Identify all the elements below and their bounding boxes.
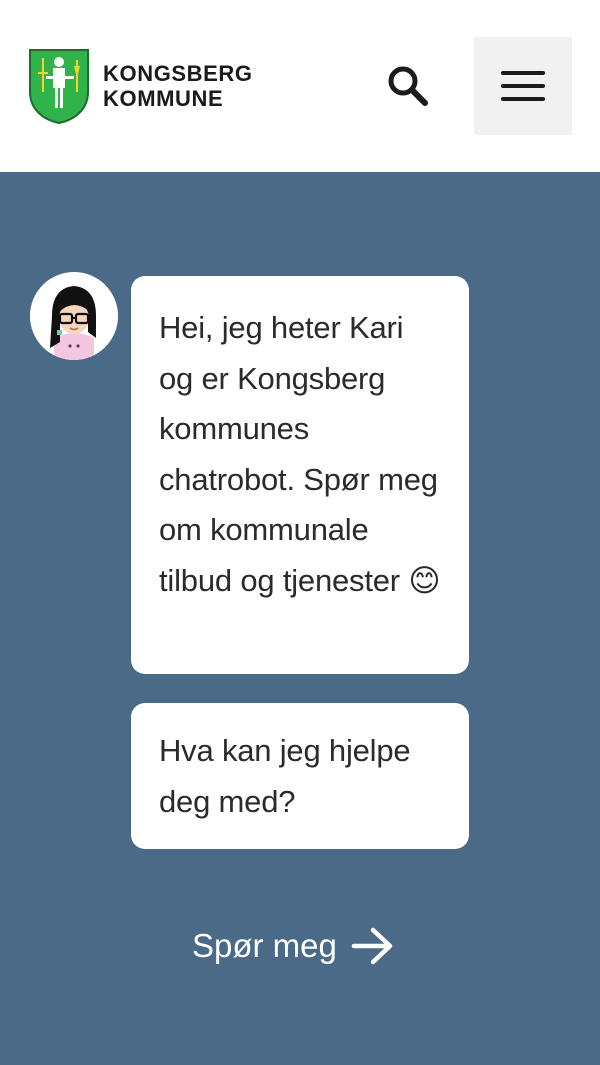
chat-message-question: Hva kan jeg hjelpe deg med? [131, 703, 469, 849]
site-header: KONGSBERG KOMMUNE [0, 0, 600, 172]
logo[interactable]: KONGSBERG KOMMUNE [28, 48, 253, 124]
chatbot-avatar-icon [30, 272, 118, 360]
chatbot-section: Hei, jeg heter Kari og er Kongsberg komm… [0, 172, 600, 1065]
arrow-right-icon [351, 927, 393, 965]
logo-line1: KONGSBERG [103, 61, 253, 86]
search-icon [388, 66, 428, 106]
chatbot-avatar [30, 272, 118, 360]
chat-message-greeting: Hei, jeg heter Kari og er Kongsberg komm… [131, 276, 469, 674]
menu-button[interactable] [474, 37, 572, 135]
logo-text: KONGSBERG KOMMUNE [103, 61, 253, 111]
hamburger-menu-icon [501, 71, 545, 101]
coat-of-arms-icon [29, 49, 89, 124]
ask-me-button[interactable]: Spør meg [192, 924, 395, 968]
ask-me-label: Spør meg [192, 927, 337, 964]
search-button[interactable] [380, 58, 434, 112]
logo-line2: KOMMUNE [103, 86, 224, 111]
